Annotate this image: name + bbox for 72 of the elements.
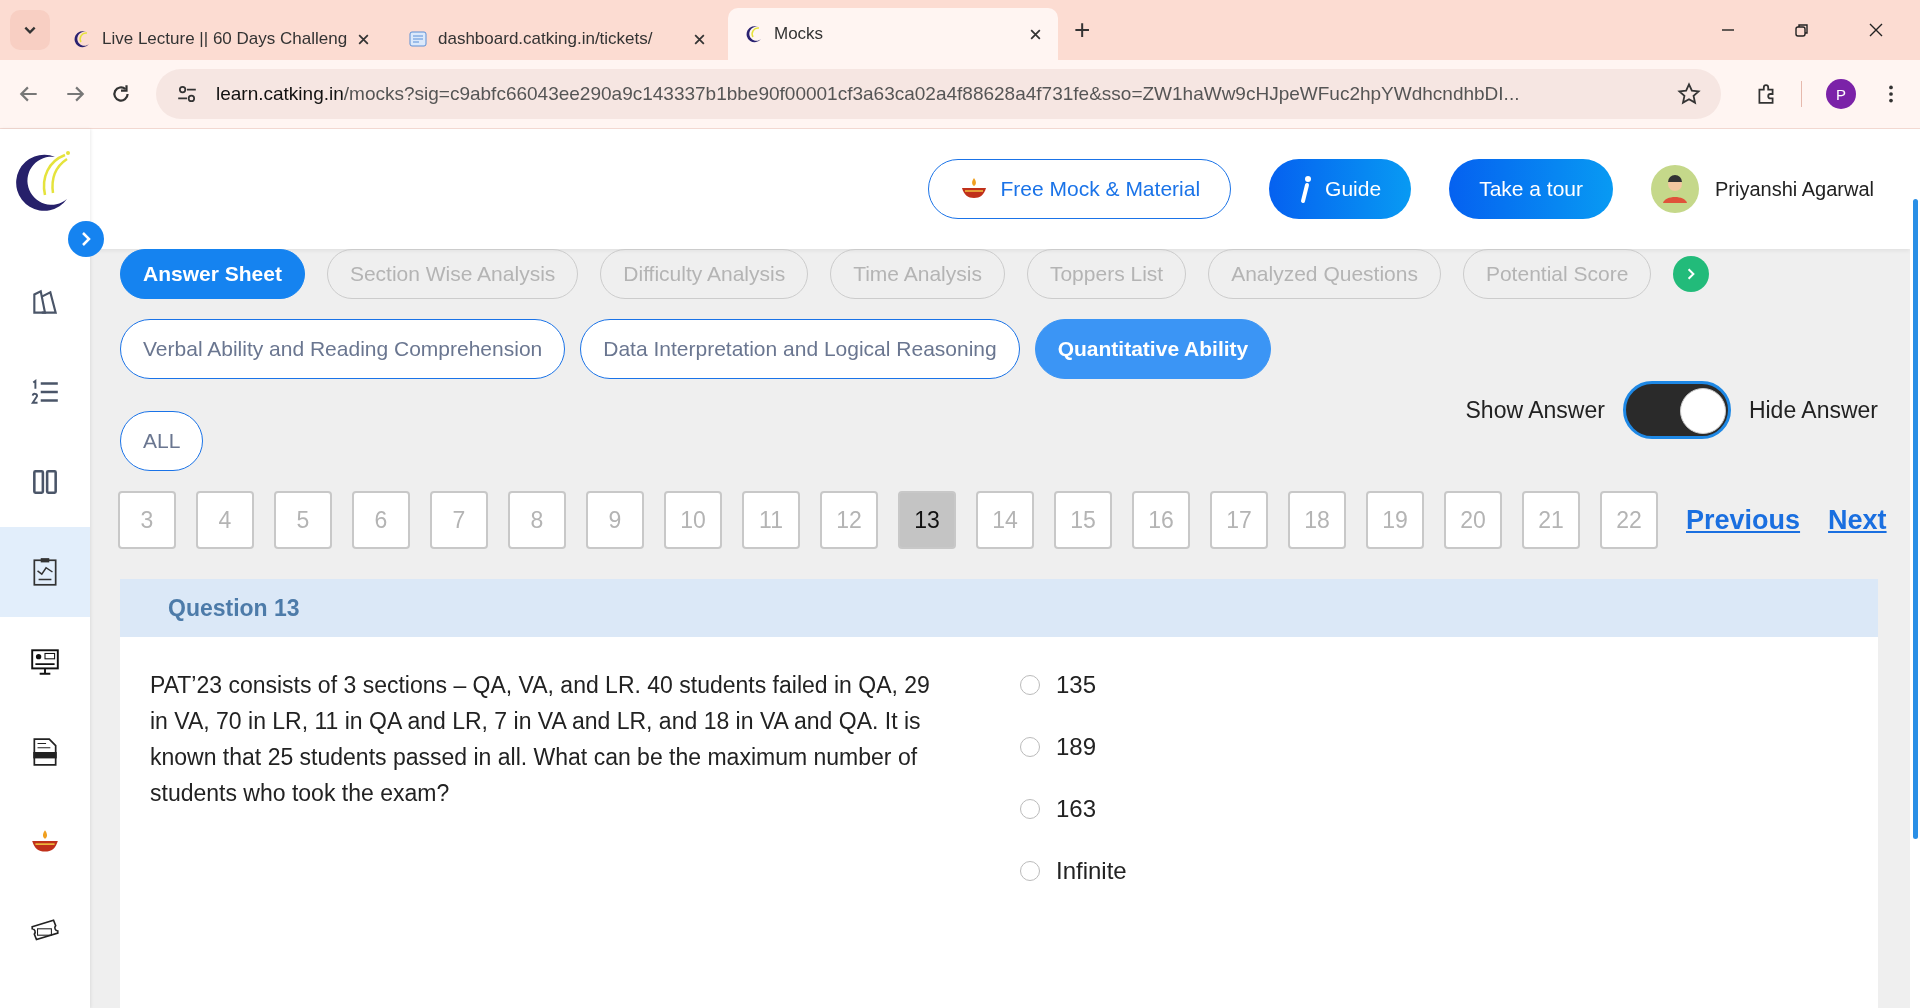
browser-tab[interactable]: Mocks bbox=[728, 8, 1058, 60]
question-number-button[interactable]: 4 bbox=[196, 491, 254, 549]
analysis-tab[interactable]: Answer Sheet bbox=[120, 249, 305, 299]
close-icon[interactable] bbox=[1868, 22, 1884, 38]
question-number-button[interactable]: 6 bbox=[352, 491, 410, 549]
info-icon bbox=[1299, 174, 1314, 204]
previous-link[interactable]: Previous bbox=[1686, 504, 1801, 536]
radio-button[interactable] bbox=[1020, 799, 1040, 819]
section-tab[interactable]: Quantitative Ability bbox=[1034, 319, 1272, 379]
reload-icon[interactable] bbox=[110, 83, 132, 105]
close-icon[interactable] bbox=[1029, 27, 1042, 41]
analysis-tab[interactable]: Difficulty Analysis bbox=[600, 249, 809, 299]
question-number-button[interactable]: 15 bbox=[1054, 491, 1112, 549]
radio-button[interactable] bbox=[1020, 737, 1040, 757]
take-tour-button[interactable]: Take a tour bbox=[1449, 159, 1614, 219]
question-number-button[interactable]: 8 bbox=[508, 491, 566, 549]
question-number-button[interactable]: 5 bbox=[274, 491, 332, 549]
bookmark-star-icon[interactable] bbox=[1677, 82, 1701, 106]
user-name: Priyanshi Agarwal bbox=[1715, 177, 1874, 201]
browser-tab[interactable]: Live Lecture || 60 Days Challeng bbox=[56, 18, 386, 60]
question-number-button[interactable]: 12 bbox=[820, 491, 878, 549]
avatar-icon bbox=[1651, 165, 1700, 213]
radio-button[interactable] bbox=[1020, 675, 1040, 695]
new-tab-button[interactable]: + bbox=[1064, 14, 1101, 46]
next-link[interactable]: Next bbox=[1828, 504, 1887, 536]
restore-icon[interactable] bbox=[1794, 22, 1810, 38]
section-tab[interactable]: Data Interpretation and Logical Reasoning bbox=[580, 319, 1020, 379]
scrollbar[interactable] bbox=[1910, 129, 1920, 1008]
browser-tab[interactable]: dashboard.catking.in/tickets/ bbox=[392, 18, 722, 60]
answer-option[interactable]: 189 bbox=[1020, 733, 1127, 761]
close-icon[interactable] bbox=[693, 32, 706, 46]
question-number-button[interactable]: 14 bbox=[976, 491, 1034, 549]
question-number-button[interactable]: 21 bbox=[1522, 491, 1580, 549]
section-tab[interactable]: Verbal Ability and Reading Comprehension bbox=[120, 319, 566, 379]
all-filter-button[interactable]: ALL bbox=[120, 411, 204, 471]
question-title: Question 13 bbox=[168, 594, 300, 622]
question-number-button[interactable]: 3 bbox=[118, 491, 176, 549]
tab-title: Mocks bbox=[774, 24, 825, 44]
question-number-button[interactable]: 19 bbox=[1366, 491, 1424, 549]
answer-toggle-switch[interactable] bbox=[1622, 381, 1731, 439]
question-number-button[interactable]: 17 bbox=[1210, 491, 1268, 549]
question-number-button[interactable]: 13 bbox=[898, 491, 956, 549]
question-number-button[interactable]: 18 bbox=[1288, 491, 1346, 549]
answer-option[interactable]: Infinite bbox=[1020, 857, 1127, 885]
radio-button[interactable] bbox=[1020, 861, 1040, 881]
question-number-button[interactable]: 20 bbox=[1444, 491, 1502, 549]
answer-option[interactable]: 135 bbox=[1020, 671, 1127, 699]
expand-sidebar-button[interactable] bbox=[68, 221, 104, 257]
analysis-tab[interactable]: Time Analysis bbox=[830, 249, 1005, 299]
close-icon[interactable] bbox=[357, 32, 370, 46]
tab-title: Live Lecture || 60 Days Challeng bbox=[102, 29, 347, 49]
question-text: PAT’23 consists of 3 sections – QA, VA, and LR. 40 students failed in QA, 29 in VA, 70 in LR, 11 in QA and LR, 7 in VA and LR, and 18 in VA and QA. It is known that 25 students passed in all. What can be the maximum number of students who took the exam? bbox=[150, 671, 931, 808]
site-settings-icon[interactable] bbox=[176, 83, 198, 105]
question-number-button[interactable]: 11 bbox=[742, 491, 800, 549]
answer-option[interactable]: 163 bbox=[1020, 795, 1127, 823]
question-number-button[interactable]: 16 bbox=[1132, 491, 1190, 549]
question-number-button[interactable]: 9 bbox=[586, 491, 644, 549]
profile-avatar[interactable]: P bbox=[1826, 79, 1856, 109]
hide-answer-label: Hide Answer bbox=[1748, 396, 1878, 424]
show-answer-label: Show Answer bbox=[1465, 396, 1605, 424]
analysis-tab[interactable]: Analyzed Questions bbox=[1208, 249, 1441, 299]
url-text: learn.catking.in/mocks?sig=c9abfc66043ee290a9c143337b1bbe90f00001cf3a63ca02a4f88628a4f731fe&sso=ZW1haWw9cHJpeWFuc2hpYWdhcndhbDI... bbox=[216, 83, 1521, 105]
question-number-button[interactable]: 10 bbox=[664, 491, 722, 549]
page-icon bbox=[408, 29, 428, 49]
monitor-lecture-icon bbox=[29, 646, 61, 678]
address-field[interactable]: learn.catking.in/mocks?sig=c9abfc66043ee290a9c143337b1bbe90f00001cf3a63ca02a4f88628a4f731fe&sso=ZW1haWw9cHJpeWFuc2hpYWdhcndhbDI... bbox=[156, 69, 1721, 119]
tab-title: dashboard.catking.in/tickets/ bbox=[438, 29, 654, 49]
tab-list-button[interactable] bbox=[10, 10, 50, 50]
free-mock-button[interactable]: Free Mock & Material bbox=[927, 159, 1232, 219]
question-number-button[interactable]: 7 bbox=[430, 491, 488, 549]
guide-button[interactable]: Guide bbox=[1269, 159, 1412, 219]
question-number-button[interactable]: 22 bbox=[1600, 491, 1658, 549]
